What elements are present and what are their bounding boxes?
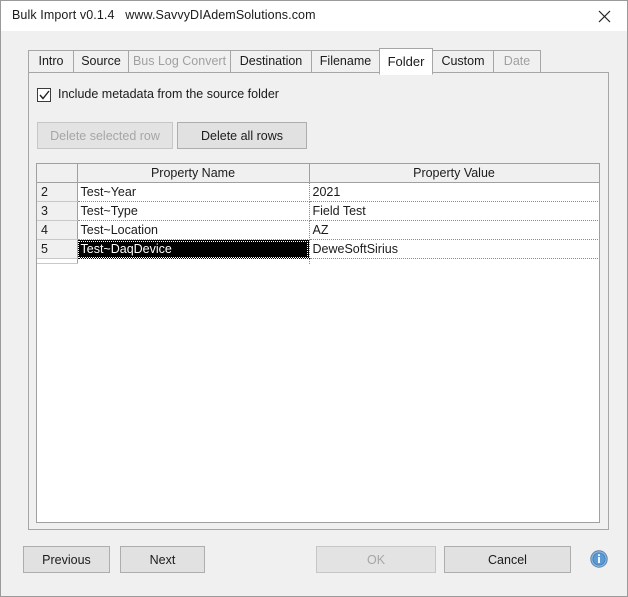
property-name-cell[interactable]: Test~Type — [77, 201, 310, 221]
bulk-import-window: Bulk Import v0.1.4 www.SavvyDIAdemSoluti… — [0, 0, 628, 597]
property-value-cell-empty[interactable] — [309, 258, 599, 264]
row-index-cell[interactable]: 5 — [37, 239, 78, 259]
property-name-cell-empty[interactable] — [77, 258, 310, 264]
property-name-cell[interactable]: Test~Year — [77, 182, 310, 202]
ok-button[interactable]: OK — [316, 546, 436, 573]
close-button[interactable] — [582, 1, 627, 30]
tab-destination[interactable]: Destination — [230, 50, 312, 73]
table-row[interactable]: 3 Test~Type Field Test — [37, 201, 599, 221]
include-metadata-checkbox[interactable] — [37, 88, 51, 102]
property-name-cell[interactable]: Test~Location — [77, 220, 310, 240]
property-grid[interactable]: Property Name Property Value 2 Test~Year… — [36, 163, 600, 523]
property-value-cell[interactable]: Field Test — [309, 201, 599, 221]
table-header-row: Property Name Property Value — [37, 164, 599, 183]
property-value-cell[interactable]: DeweSoftSirius — [309, 239, 599, 259]
row-index-cell[interactable]: 2 — [37, 182, 78, 202]
property-name-cell-selected[interactable]: Test~DaqDevice — [77, 239, 310, 259]
delete-all-rows-button[interactable]: Delete all rows — [177, 122, 307, 149]
tab-intro[interactable]: Intro — [28, 50, 74, 73]
tab-source[interactable]: Source — [73, 50, 129, 73]
folder-tab-panel: Include metadata from the source folder … — [28, 72, 609, 530]
title-bar: Bulk Import v0.1.4 www.SavvyDIAdemSoluti… — [1, 1, 627, 31]
delete-selected-row-button[interactable]: Delete selected row — [37, 122, 173, 149]
row-index-cell[interactable]: 4 — [37, 220, 78, 240]
table-row-selected[interactable]: 5 Test~DaqDevice DeweSoftSirius — [37, 239, 599, 259]
table-body: 2 Test~Year 2021 3 Test~Type Field Test … — [37, 182, 599, 264]
column-header-index[interactable] — [37, 164, 78, 183]
tab-custom[interactable]: Custom — [432, 50, 494, 73]
previous-button[interactable]: Previous — [23, 546, 110, 573]
tab-bus-log-convert: Bus Log Convert — [128, 50, 231, 73]
column-header-property-name[interactable]: Property Name — [77, 164, 310, 183]
tab-filename[interactable]: Filename — [311, 50, 380, 73]
column-header-property-value[interactable]: Property Value — [309, 164, 599, 183]
property-value-cell[interactable]: 2021 — [309, 182, 599, 202]
next-button[interactable]: Next — [120, 546, 205, 573]
window-title: Bulk Import v0.1.4 www.SavvyDIAdemSoluti… — [12, 8, 316, 22]
table-row-empty[interactable] — [37, 258, 599, 264]
cancel-button[interactable]: Cancel — [444, 546, 571, 573]
table-row[interactable]: 2 Test~Year 2021 — [37, 182, 599, 202]
tab-date: Date — [493, 50, 541, 73]
include-metadata-label: Include metadata from the source folder — [58, 87, 279, 101]
tab-folder[interactable]: Folder — [379, 48, 433, 75]
info-icon[interactable] — [590, 550, 608, 568]
property-value-cell[interactable]: AZ — [309, 220, 599, 240]
property-table: Property Name Property Value 2 Test~Year… — [37, 164, 599, 264]
row-index-cell[interactable]: 3 — [37, 201, 78, 221]
table-row[interactable]: 4 Test~Location AZ — [37, 220, 599, 240]
row-index-cell-empty[interactable] — [37, 258, 78, 264]
